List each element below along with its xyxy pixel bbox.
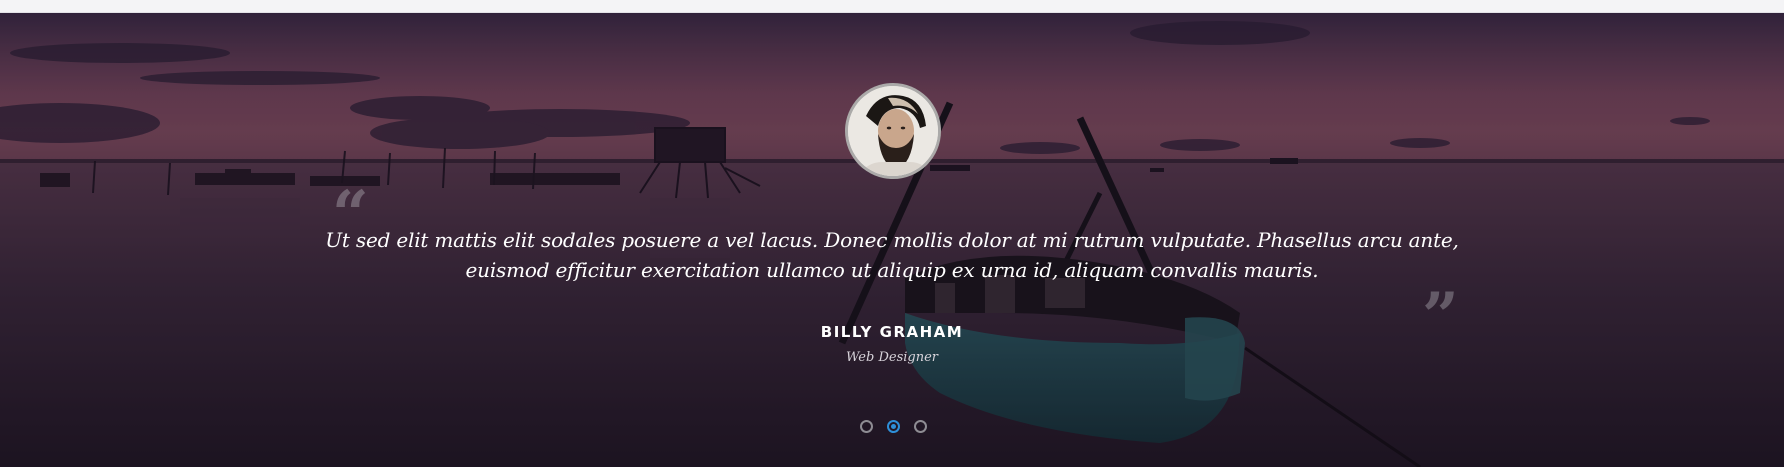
carousel-pagination: [858, 418, 928, 434]
carousel-dot-2-active[interactable]: [887, 420, 900, 433]
carousel-dot-1[interactable]: [860, 420, 873, 433]
top-bar: [0, 0, 1784, 13]
bearded-man-portrait-image: [848, 86, 938, 176]
author-avatar: [845, 83, 941, 179]
testimonial-section: “ ” Ut sed elit mattis elit sodales posu…: [0, 13, 1784, 467]
author-role: Web Designer: [846, 350, 938, 365]
author-name: BILLY GRAHAM: [820, 323, 964, 341]
carousel-dot-3[interactable]: [914, 420, 927, 433]
testimonial-quote: Ut sed elit mattis elit sodales posuere …: [325, 228, 1459, 282]
